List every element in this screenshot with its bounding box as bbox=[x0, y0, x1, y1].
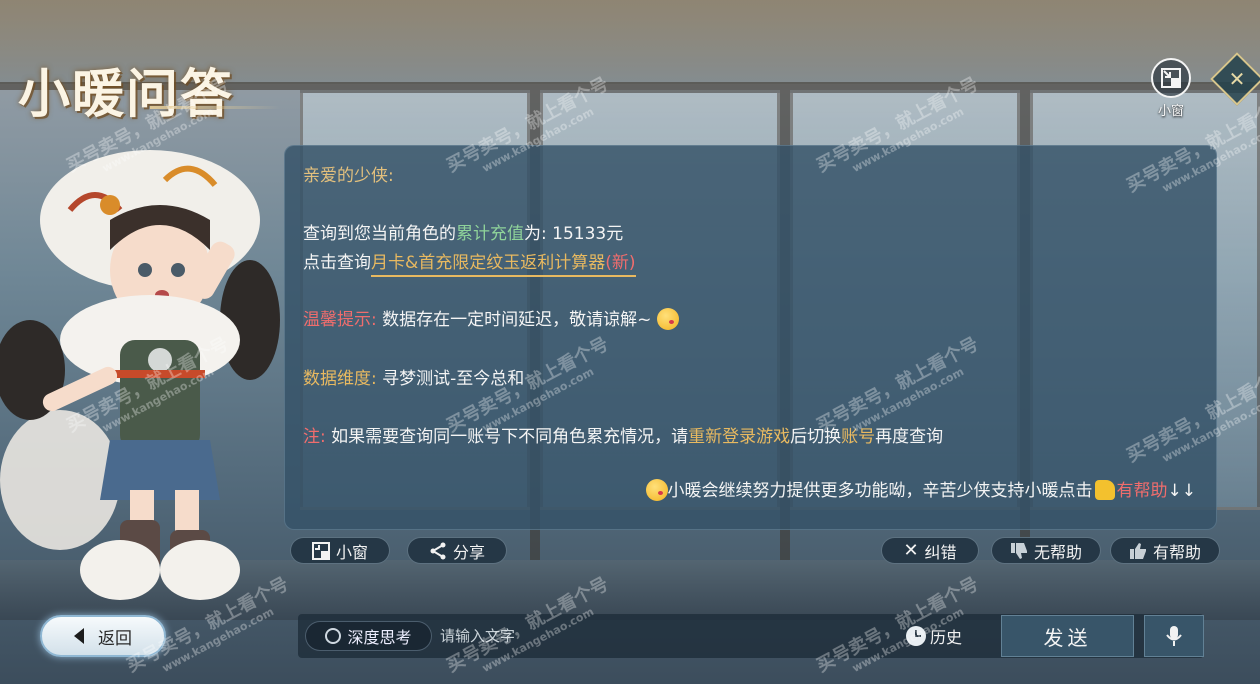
recharge-value: 为: 15133元 bbox=[524, 224, 624, 244]
character-illustration bbox=[0, 150, 280, 600]
note-relogin: 重新登录游戏 bbox=[688, 427, 791, 447]
calculator-new-tag: (新) bbox=[605, 253, 636, 273]
mini-window-icon bbox=[1151, 58, 1191, 98]
not-helpful-button[interactable]: 无帮助 bbox=[991, 537, 1101, 564]
send-label: 发送 bbox=[1043, 625, 1092, 650]
radio-circle-icon bbox=[325, 628, 342, 644]
calculator-link[interactable]: 月卡&首充限定纹玉返利计算器(新) bbox=[371, 253, 636, 277]
microphone-icon bbox=[1166, 626, 1182, 646]
title-decoration bbox=[150, 106, 280, 109]
recharge-prefix: 查询到您当前角色的 bbox=[303, 224, 456, 244]
send-button[interactable]: 发送 bbox=[1001, 615, 1134, 657]
note-label: 注: bbox=[303, 427, 326, 447]
thumbs-up-icon bbox=[1129, 542, 1146, 559]
tip-label: 温馨提示: bbox=[303, 310, 377, 330]
share-button[interactable]: 分享 bbox=[407, 537, 507, 564]
calculator-link-text: 月卡&首充限定纹玉返利计算器 bbox=[371, 253, 606, 273]
mini-window-label: 小窗 bbox=[335, 542, 368, 562]
mini-window-button[interactable]: 小窗 bbox=[290, 537, 390, 564]
thumbs-up-emoji-icon bbox=[1094, 480, 1115, 500]
history-label: 历史 bbox=[930, 628, 963, 647]
wink-kiss-emoji-icon bbox=[645, 479, 668, 501]
back-label: 返回 bbox=[98, 628, 132, 649]
support-helpful: 有帮助 bbox=[1116, 481, 1168, 501]
support-text: 小暖会继续努力提供更多功能呦，辛苦少侠支持小暖点击 bbox=[667, 481, 1093, 501]
tip-text: 数据存在一定时间延迟，敬请谅解~ bbox=[382, 310, 652, 330]
message-input[interactable] bbox=[440, 621, 900, 651]
calculator-prefix: 点击查询 bbox=[303, 253, 371, 273]
mini-window-top-label: 小窗 bbox=[1157, 104, 1184, 119]
close-icon: ✕ bbox=[1228, 67, 1246, 91]
tip-line: 温馨提示: 数据存在一定时间延迟，敬请谅解~ bbox=[303, 305, 679, 330]
helpful-button[interactable]: 有帮助 bbox=[1110, 537, 1220, 564]
note-line: 注: 如果需要查询同一账号下不同角色累充情况，请重新登录游戏后切换账号再度查询 bbox=[303, 422, 943, 447]
back-arrow-icon bbox=[74, 628, 84, 644]
note-text-1: 如果需要查询同一账号下不同角色累充情况，请 bbox=[331, 427, 689, 447]
answer-panel: 亲爱的少侠: 查询到您当前角色的累计充值为: 15133元 点击查询月卡&首充限… bbox=[284, 145, 1217, 530]
report-error-label: 纠错 bbox=[924, 542, 957, 562]
note-text-2: 后切换 bbox=[790, 427, 842, 447]
dimension-line: 数据维度: 寻梦测试-至今总和 bbox=[303, 364, 524, 389]
deep-think-label: 深度思考 bbox=[347, 628, 412, 647]
wink-kiss-emoji-icon bbox=[656, 308, 679, 330]
back-button[interactable]: 返回 bbox=[40, 615, 166, 657]
clock-icon bbox=[906, 626, 926, 646]
recharge-line: 查询到您当前角色的累计充值为: 15133元 bbox=[303, 219, 623, 244]
support-arrows: ↓↓ bbox=[1167, 481, 1197, 501]
microphone-button[interactable] bbox=[1144, 615, 1204, 657]
thumbs-down-icon bbox=[1010, 542, 1027, 559]
share-label: 分享 bbox=[452, 542, 485, 562]
mini-window-icon bbox=[311, 541, 330, 560]
deep-think-toggle[interactable]: 深度思考 bbox=[305, 621, 432, 651]
dimension-label: 数据维度: bbox=[303, 369, 377, 389]
cross-icon: ✕ bbox=[903, 540, 919, 561]
dimension-text: 寻梦测试-至今总和 bbox=[382, 369, 525, 389]
mini-window-top-button[interactable]: 小窗 bbox=[1148, 58, 1194, 119]
report-error-button[interactable]: ✕ 纠错 bbox=[881, 537, 979, 564]
calculator-line: 点击查询月卡&首充限定纹玉返利计算器(新) bbox=[303, 248, 636, 277]
recharge-highlight: 累计充值 bbox=[456, 224, 524, 244]
history-button[interactable]: 历史 bbox=[906, 621, 962, 651]
helpful-label: 有帮助 bbox=[1152, 542, 1201, 562]
not-helpful-label: 无帮助 bbox=[1033, 542, 1082, 562]
note-account: 账号 bbox=[841, 427, 876, 447]
share-icon bbox=[430, 542, 446, 559]
page-title: 小暖问答 bbox=[18, 64, 235, 125]
support-line: 小暖会继续努力提供更多功能呦，辛苦少侠支持小暖点击 有帮助↓↓ bbox=[645, 476, 1197, 501]
note-text-3: 再度查询 bbox=[875, 427, 944, 447]
greeting-text: 亲爱的少侠: bbox=[303, 166, 394, 186]
